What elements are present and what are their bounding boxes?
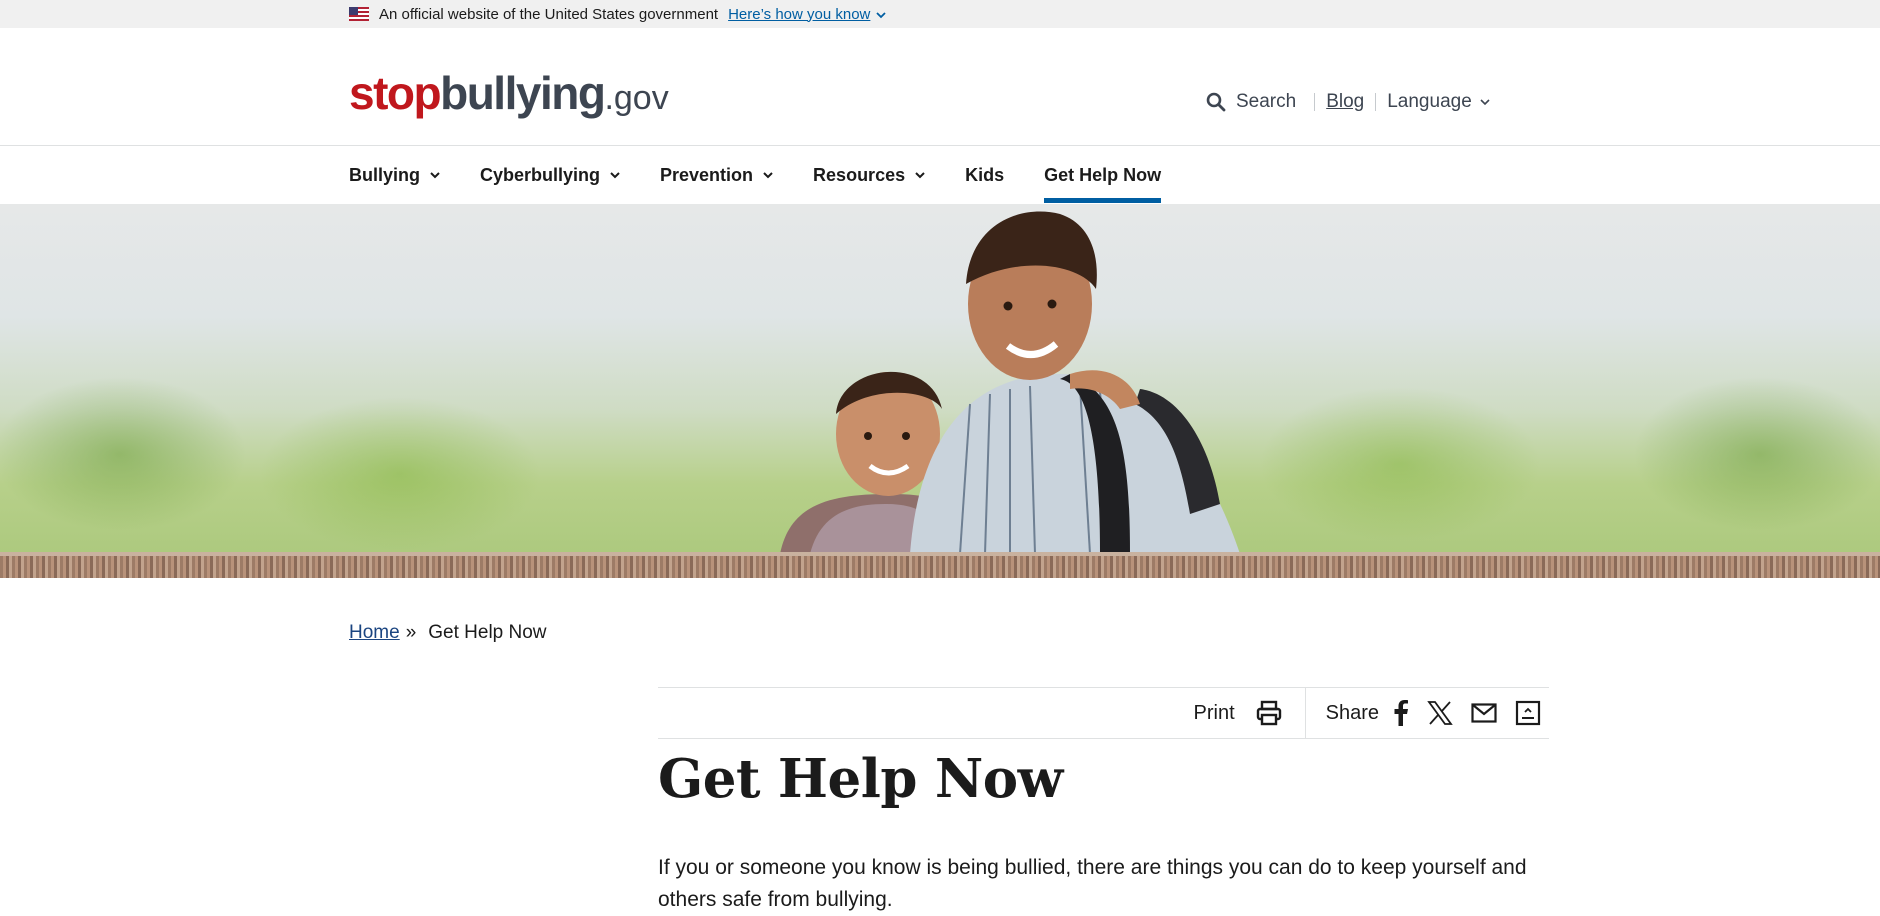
nav-label: Cyberbullying — [480, 164, 601, 185]
logo-gov: .gov — [604, 79, 669, 117]
official-site-text: An official website of the United States… — [379, 5, 719, 23]
blog-link[interactable]: Blog — [1326, 91, 1364, 113]
nav-item-bullying[interactable]: Bullying — [349, 146, 440, 204]
main-nav: Bullying Cyberbullying Prevention Resour… — [0, 146, 1880, 204]
us-flag-icon — [349, 7, 369, 21]
chevron-down-icon[interactable] — [876, 6, 887, 23]
language-dropdown[interactable]: Language — [1387, 91, 1490, 113]
how-you-know-link[interactable]: Here’s how you know — [728, 6, 870, 23]
nav-label: Kids — [965, 164, 1005, 185]
breadcrumb: Home » Get Help Now — [349, 622, 547, 644]
site-header: stop bullying .gov Search Blog Language — [0, 28, 1880, 146]
utility-nav: Search Blog Language — [1206, 91, 1490, 113]
chevron-down-icon — [430, 168, 440, 182]
search-label: Search — [1236, 91, 1297, 112]
nav-label: Resources — [813, 164, 906, 185]
page-title: Get Help Now — [658, 748, 1063, 810]
logo-bullying: bullying — [440, 67, 606, 119]
kids-photo-illustration — [780, 211, 1240, 554]
stone-ledge — [0, 552, 1880, 578]
share-label: Share — [1325, 701, 1379, 724]
email-icon[interactable] — [1471, 703, 1497, 723]
nav-item-get-help-now[interactable]: Get Help Now — [1044, 146, 1162, 204]
logo-stop: stop — [349, 67, 442, 119]
search-icon — [1206, 92, 1226, 112]
divider — [1314, 93, 1316, 111]
nav-item-resources[interactable]: Resources — [813, 146, 925, 204]
print-label: Print — [1193, 701, 1235, 724]
search-button[interactable]: Search — [1206, 91, 1296, 113]
chevron-down-icon — [1480, 95, 1490, 109]
chevron-down-icon — [915, 168, 925, 182]
chevron-down-icon — [610, 168, 620, 182]
breadcrumb-home-link[interactable]: Home — [349, 622, 400, 644]
breadcrumb-separator: » — [405, 622, 417, 643]
divider — [1375, 93, 1377, 111]
bookmark-icon[interactable] — [1515, 700, 1541, 726]
nav-label: Prevention — [660, 164, 754, 185]
divider — [1304, 688, 1306, 738]
nav-label: Bullying — [349, 164, 420, 185]
breadcrumb-current: Get Help Now — [428, 622, 547, 643]
print-icon — [1256, 700, 1281, 726]
gov-banner: An official website of the United States… — [0, 0, 1880, 28]
facebook-icon[interactable] — [1393, 700, 1409, 726]
nav-item-kids[interactable]: Kids — [965, 146, 1004, 204]
nav-label: Get Help Now — [1044, 164, 1162, 185]
print-button[interactable]: Print — [1194, 699, 1283, 727]
intro-paragraph: If you or someone you know is being bull… — [658, 856, 1527, 911]
x-twitter-icon[interactable] — [1427, 700, 1453, 726]
site-logo[interactable]: stop bullying .gov — [349, 66, 669, 120]
chevron-down-icon — [763, 168, 773, 182]
share-bar: Print Share — [658, 687, 1549, 739]
hero-image — [0, 204, 1880, 578]
nav-item-prevention[interactable]: Prevention — [660, 146, 773, 204]
nav-item-cyberbullying[interactable]: Cyberbullying — [480, 146, 620, 204]
language-label: Language — [1387, 91, 1472, 112]
